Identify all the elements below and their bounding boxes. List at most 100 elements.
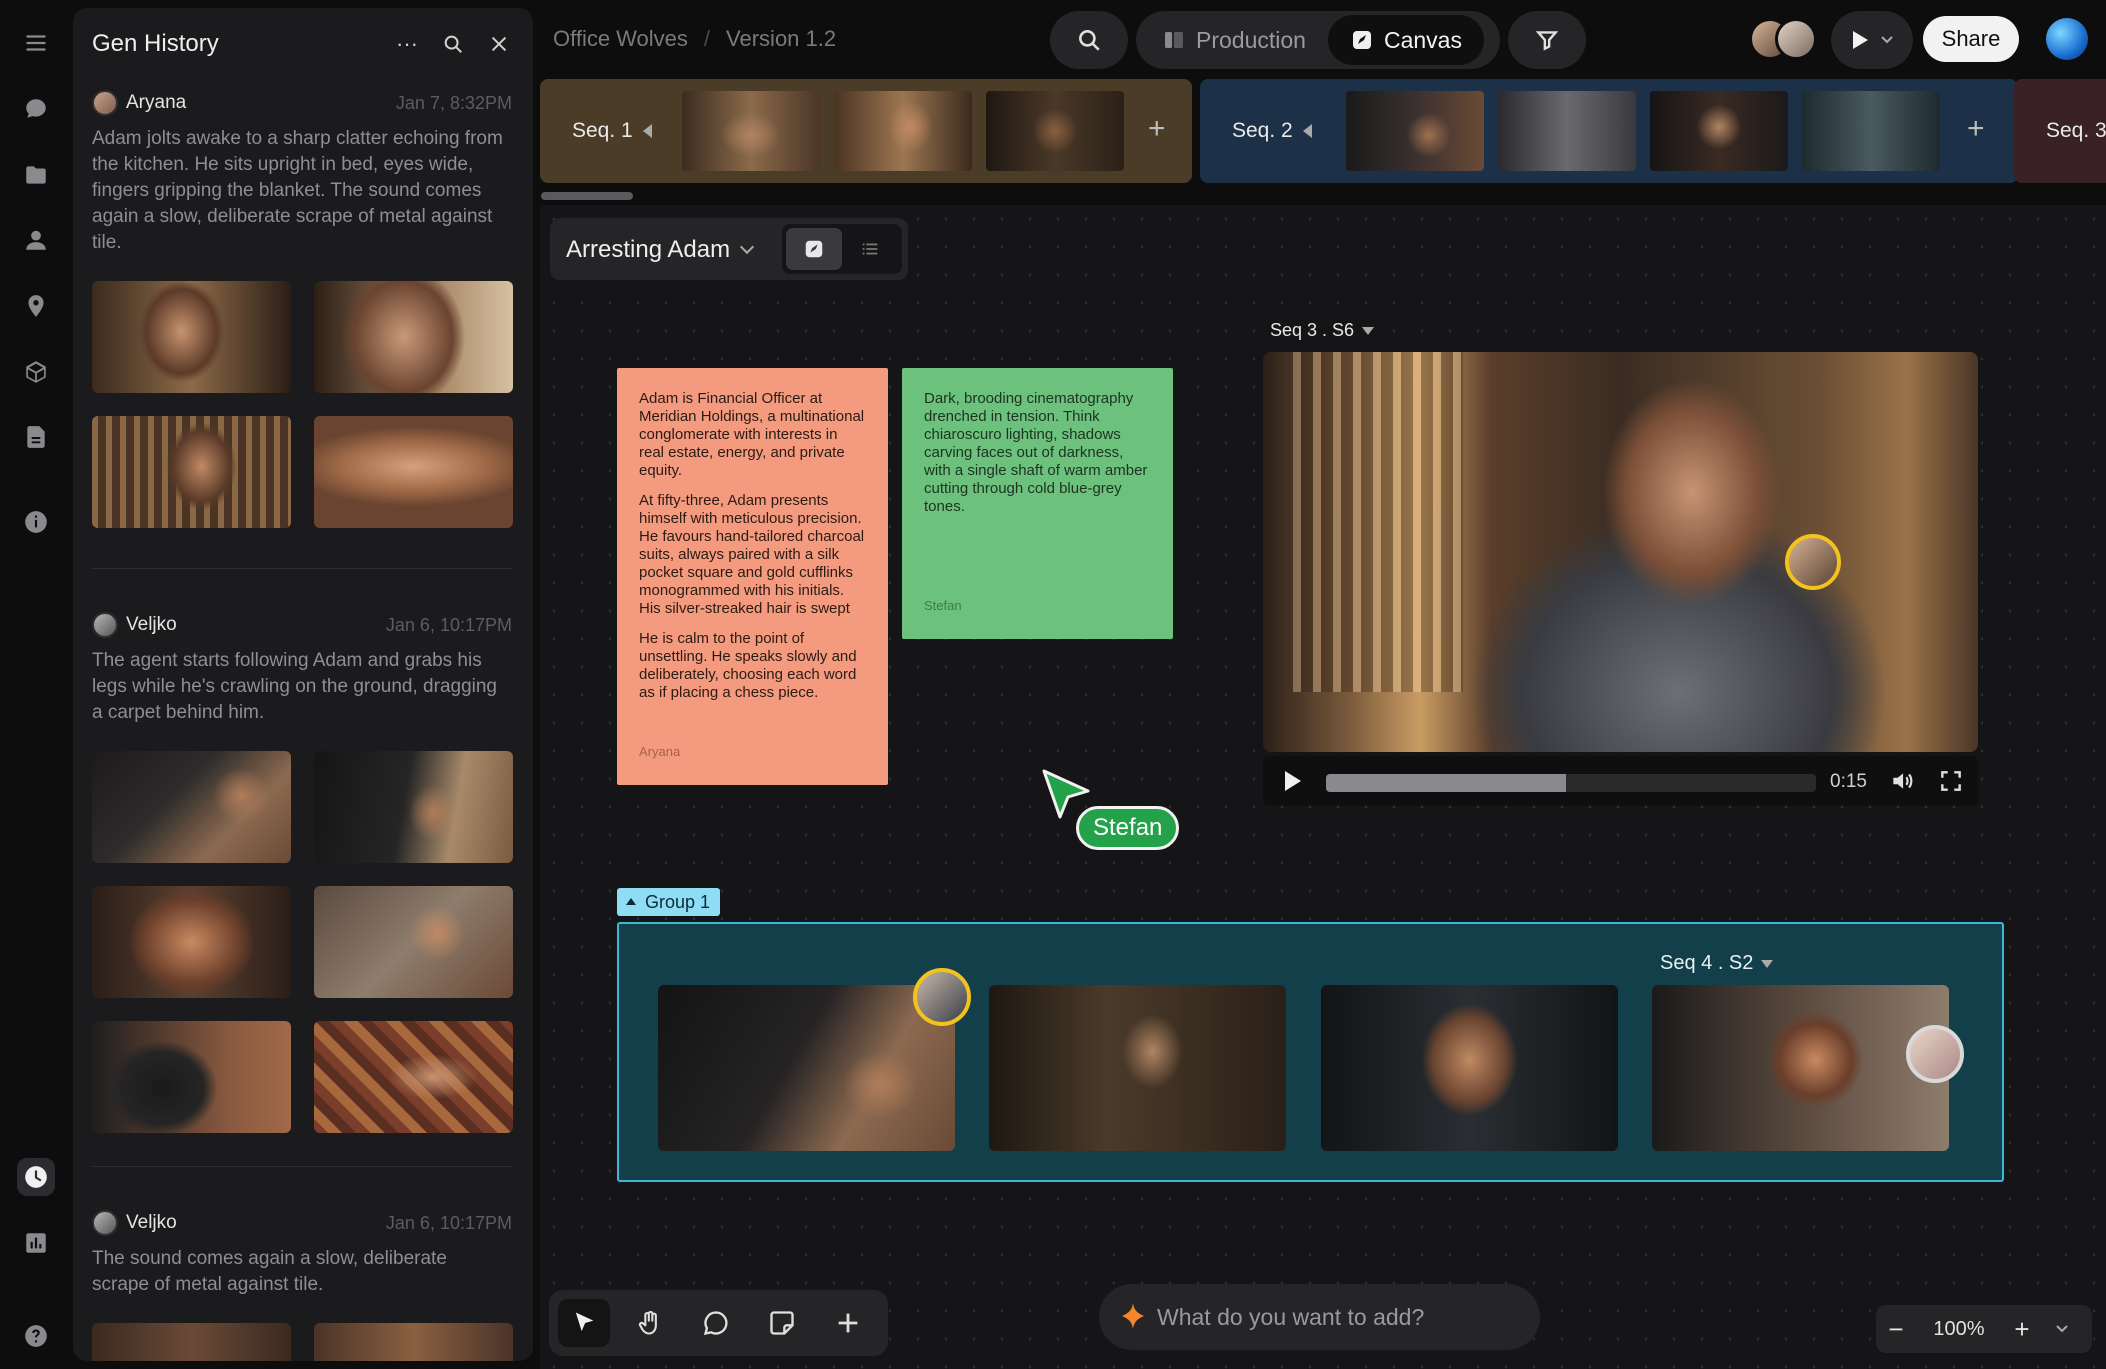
sequence-strip: Seq. 1 + Seq. 2 + Seq. 3 [540,79,2106,183]
close-icon[interactable] [487,32,511,56]
group-tag[interactable]: Group 1 [617,888,721,916]
cube-icon[interactable] [17,353,55,391]
user-icon[interactable] [17,221,55,259]
shot-thumbnail[interactable] [989,985,1286,1151]
sticky-note[interactable]: Adam is Financial Officer at Meridian Ho… [617,368,888,785]
history-entry[interactable]: Aryana Jan 7, 8:32PM Adam jolts awake to… [92,88,513,528]
canvas-view-button[interactable] [786,228,842,270]
pan-tool[interactable] [624,1299,676,1347]
shot-thumbnail[interactable] [834,91,972,171]
generated-thumbnail[interactable] [314,416,513,528]
shot-thumbnail[interactable] [1650,91,1788,171]
group-shot-label-text: Seq 4 . S2 [1660,952,1754,974]
video-frame[interactable] [1263,352,1978,752]
select-tool[interactable] [558,1299,610,1347]
collaborator-avatars[interactable] [1749,18,1819,60]
info-icon[interactable] [17,503,55,541]
volume-icon[interactable] [1889,768,1915,794]
board-title[interactable]: Arresting Adam [566,236,730,264]
video-progress-bar[interactable] [1326,774,1816,792]
sequence-scrollbar[interactable] [541,192,633,200]
avatar[interactable] [1785,534,1841,590]
sequence-label: Seq. 2 [1232,119,1293,142]
comment-tool[interactable] [690,1299,742,1347]
generated-thumbnail[interactable] [92,416,291,528]
add-prompt-bar [1099,1284,1540,1350]
generated-thumbnail[interactable] [92,886,291,998]
history-icon[interactable] [17,1158,55,1196]
help-icon[interactable] [17,1317,55,1355]
folder-icon[interactable] [17,156,55,194]
shot-thumbnail[interactable] [658,985,955,1151]
generated-thumbnail[interactable] [314,281,513,393]
share-button[interactable]: Share [1923,16,2019,62]
generated-thumbnail[interactable] [314,1021,513,1133]
shot-thumbnail[interactable] [1321,985,1618,1151]
search-icon[interactable] [441,32,465,56]
fullscreen-icon[interactable] [1938,768,1964,794]
add-shot-button[interactable]: + [1967,112,1985,146]
generated-thumbnail[interactable] [92,1323,291,1361]
menu-icon[interactable] [17,24,55,62]
sequence-1[interactable]: Seq. 1 + [540,79,1192,183]
shot-thumbnail[interactable] [1498,91,1636,171]
account-avatar[interactable] [2046,18,2088,60]
caret-down-icon [1761,959,1774,968]
avatar[interactable] [1906,1025,1964,1083]
shot-thumbnail[interactable] [1346,91,1484,171]
generated-thumbnail[interactable] [92,1021,291,1133]
collapse-icon[interactable] [1303,124,1312,138]
canvas-icon [1352,31,1371,49]
sequence-3[interactable]: Seq. 3 [2014,79,2106,183]
zoom-out-button[interactable]: − [1876,1314,1916,1345]
location-icon[interactable] [17,287,55,325]
add-shot-button[interactable]: + [1148,112,1166,146]
sequence-2[interactable]: Seq. 2 + [1200,79,2018,183]
collapse-icon[interactable] [643,124,652,138]
breadcrumb-version[interactable]: Version 1.2 [726,26,836,51]
generated-thumbnail[interactable] [314,1323,513,1361]
play-icon[interactable] [1285,771,1301,791]
shot-thumbnail[interactable] [682,91,820,171]
generated-thumbnail[interactable] [314,886,513,998]
history-entry[interactable]: Veljko Jan 6, 10:17PM The agent starts f… [92,610,513,1133]
avatar[interactable] [913,968,971,1026]
history-entry[interactable]: Veljko Jan 6, 10:17PM The sound comes ag… [92,1208,513,1361]
chat-icon[interactable] [17,90,55,128]
zoom-menu-button[interactable] [2042,1324,2082,1334]
chevron-down-icon[interactable] [739,239,755,255]
entry-time: Jan 6, 10:17PM [385,614,512,635]
shot-thumbnail[interactable] [1802,91,1940,171]
shot-thumbnail[interactable] [986,91,1124,171]
zoom-level[interactable]: 100% [1916,1318,2002,1341]
add-tool[interactable] [822,1299,874,1347]
breadcrumb-project[interactable]: Office Wolves [553,26,688,51]
list-view-button[interactable] [842,228,898,270]
tab-canvas[interactable]: Canvas [1327,15,1484,65]
search-button[interactable] [1050,11,1128,69]
play-menu-button[interactable] [1831,11,1913,69]
zoom-control: − 100% + [1876,1305,2092,1353]
generated-thumbnail[interactable] [92,751,291,863]
group-shot-label[interactable]: Seq 4 . S2 [1660,952,1774,975]
view-toggle [782,224,902,274]
tab-production-label: Production [1196,26,1306,53]
document-icon[interactable] [17,418,55,456]
chart-icon[interactable] [17,1224,55,1262]
filter-button[interactable] [1508,11,1586,69]
canvas-icon [805,240,823,258]
generated-thumbnail[interactable] [314,751,513,863]
sticky-note-tool[interactable] [756,1299,808,1347]
shot-thumbnail[interactable] [1652,985,1949,1151]
sticky-note[interactable]: Dark, brooding cinematography drenched i… [902,368,1173,639]
pointer-icon [575,1312,594,1332]
list-icon [862,243,878,255]
columns-icon [1165,32,1183,48]
generated-thumbnail[interactable] [92,281,291,393]
video-shot-label[interactable]: Seq 3 . S6 [1270,320,1375,341]
tab-canvas-label: Canvas [1383,26,1462,53]
zoom-in-button[interactable]: + [2002,1314,2042,1345]
tab-production[interactable]: Production [1140,15,1328,65]
add-prompt-input[interactable] [1157,1300,1517,1334]
more-icon[interactable]: ··· [395,31,419,56]
